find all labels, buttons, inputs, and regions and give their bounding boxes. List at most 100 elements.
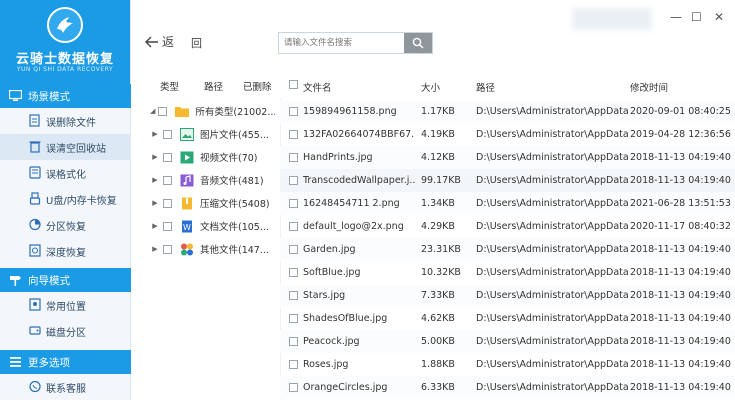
usb-icon bbox=[29, 192, 41, 205]
sidebar-item-common-locations[interactable]: 常用位置 bbox=[0, 292, 131, 318]
sidebar-item-deleted-files[interactable]: 误删除文件 bbox=[0, 108, 131, 134]
cell-time: 2018-11-13 04:19:40 bbox=[630, 290, 731, 301]
tree-row-archives[interactable]: ▶ 压缩文件(5408) bbox=[150, 193, 275, 213]
tree-checkbox[interactable] bbox=[163, 129, 172, 139]
row-checkbox[interactable] bbox=[289, 107, 298, 116]
search-icon bbox=[412, 37, 424, 49]
row-checkbox[interactable] bbox=[289, 222, 298, 231]
maximize-button[interactable]: ☐ bbox=[691, 10, 702, 24]
cell-time: 2018-11-13 04:19:40 bbox=[630, 313, 731, 324]
section-header-more-options[interactable]: 更多选项 bbox=[0, 350, 131, 374]
sidebar-item-deep-recovery[interactable]: 深度恢复 bbox=[0, 238, 131, 264]
tree-checkbox[interactable] bbox=[163, 152, 172, 162]
sidebar: 云骑士数据恢复 YUN QI SHI DATA RECOVERY 场景模式 误删… bbox=[0, 0, 131, 400]
column-header-path[interactable]: 路径 bbox=[476, 80, 495, 94]
back-button[interactable]: 返 bbox=[145, 33, 174, 50]
minimize-button[interactable]: — bbox=[670, 10, 682, 24]
partition-icon bbox=[29, 218, 41, 231]
column-header-size[interactable]: 大小 bbox=[421, 80, 440, 94]
tree-checkbox[interactable] bbox=[163, 198, 172, 208]
image-icon bbox=[180, 127, 194, 141]
table-row[interactable]: OrangeCircles.jpg 6.33KB D:\Users\Admini… bbox=[280, 376, 735, 399]
row-checkbox[interactable] bbox=[289, 383, 298, 392]
tree-row-videos[interactable]: ▶ 视频文件(70) bbox=[150, 147, 275, 167]
sidebar-item-recycle-bin[interactable]: 误清空回收站 bbox=[0, 134, 131, 160]
table-row[interactable]: HandPrints.jpg 4.12KB D:\Users\Administr… bbox=[280, 146, 735, 169]
expand-arrow-icon[interactable]: ▶ bbox=[150, 245, 160, 253]
search-button[interactable] bbox=[404, 33, 432, 53]
expand-arrow-icon[interactable]: ▶ bbox=[150, 153, 160, 161]
table-row[interactable]: Peacock.jpg 5.00KB D:\Users\Administrato… bbox=[280, 330, 735, 353]
cell-time: 2018-11-13 04:19:40 bbox=[630, 267, 731, 278]
tree-row-images[interactable]: ▶ 图片文件(455... bbox=[150, 124, 275, 144]
table-row[interactable]: Garden.jpg 23.31KB D:\Users\Administrato… bbox=[280, 238, 735, 261]
row-checkbox[interactable] bbox=[289, 245, 298, 254]
tree-tab-path[interactable]: 路径 bbox=[204, 79, 223, 93]
expand-arrow-icon[interactable]: ◢ bbox=[150, 107, 155, 115]
row-checkbox[interactable] bbox=[289, 337, 298, 346]
search-input[interactable] bbox=[279, 33, 405, 53]
close-button[interactable]: ✕ bbox=[714, 10, 724, 24]
cell-name: Roses.jpg bbox=[303, 359, 349, 370]
return-button[interactable]: 回 bbox=[191, 35, 202, 51]
tree-tab-deleted[interactable]: 已删除 bbox=[243, 79, 272, 93]
cell-path: D:\Users\Administrator\AppData... bbox=[476, 290, 628, 301]
row-checkbox[interactable] bbox=[289, 176, 298, 185]
section-header-wizard-mode[interactable]: 向导模式 bbox=[0, 268, 131, 292]
sidebar-item-disk-partition[interactable]: 磁盘分区 bbox=[0, 318, 131, 344]
row-checkbox[interactable] bbox=[289, 360, 298, 369]
table-row[interactable]: Roses.jpg 1.88KB D:\Users\Administrator\… bbox=[280, 353, 735, 376]
tree-row-documents[interactable]: ▶ W 文档文件(105... bbox=[150, 216, 275, 236]
sidebar-item-partition-recovery[interactable]: 分区恢复 bbox=[0, 212, 131, 238]
row-checkbox[interactable] bbox=[289, 268, 298, 277]
deep-scan-icon bbox=[29, 244, 41, 257]
cell-name: default_logo@2x.png bbox=[303, 221, 404, 232]
sidebar-item-contact-support[interactable]: 联系客服 bbox=[0, 374, 131, 400]
cell-size: 5.00KB bbox=[421, 336, 455, 347]
tree-row-label: 其他文件(147... bbox=[200, 245, 269, 256]
row-checkbox[interactable] bbox=[289, 291, 298, 300]
tree-tab-type[interactable]: 类型 bbox=[160, 79, 179, 93]
tree-row-label: 图片文件(455... bbox=[200, 130, 269, 141]
select-all-checkbox[interactable] bbox=[289, 80, 298, 89]
table-row[interactable]: 16248454711 2.png 1.34KB D:\Users\Admini… bbox=[280, 192, 735, 215]
row-checkbox[interactable] bbox=[289, 130, 298, 139]
cell-time: 2018-11-13 04:19:40 bbox=[630, 152, 731, 163]
sidebar-item-label: 误清空回收站 bbox=[46, 143, 106, 155]
tree-checkbox[interactable] bbox=[163, 244, 172, 254]
tree-checkbox[interactable] bbox=[163, 175, 172, 185]
section-title: 场景模式 bbox=[28, 90, 70, 103]
section-header-scene-mode[interactable]: 场景模式 bbox=[0, 84, 131, 108]
column-header-name[interactable]: 文件名 bbox=[303, 80, 332, 94]
tree-row-all-types[interactable]: ◢ 所有类型(21002... bbox=[150, 101, 275, 121]
table-row[interactable]: 159894961158.png 1.17KB D:\Users\Adminis… bbox=[280, 100, 735, 123]
table-row[interactable]: Stars.jpg 7.33KB D:\Users\Administrator\… bbox=[280, 284, 735, 307]
table-row[interactable]: default_logo@2x.png 4.29KB D:\Users\Admi… bbox=[280, 215, 735, 238]
column-header-time[interactable]: 修改时间 bbox=[630, 80, 668, 94]
expand-arrow-icon[interactable]: ▶ bbox=[150, 222, 160, 230]
tree-row-audio[interactable]: ▶ 音频文件(481) bbox=[150, 170, 275, 190]
row-checkbox[interactable] bbox=[289, 199, 298, 208]
row-checkbox[interactable] bbox=[289, 314, 298, 323]
sidebar-item-label: 常用位置 bbox=[46, 301, 86, 313]
table-row[interactable]: SoftBlue.jpg 10.32KB D:\Users\Administra… bbox=[280, 261, 735, 284]
monitor-icon bbox=[9, 90, 22, 101]
tree-row-other-files[interactable]: ▶ 其他文件(147... bbox=[150, 239, 275, 259]
folder-icon bbox=[175, 106, 190, 117]
expand-arrow-icon[interactable]: ▶ bbox=[150, 199, 160, 207]
tree-checkbox[interactable] bbox=[158, 106, 168, 116]
sidebar-item-label: 误删除文件 bbox=[46, 117, 96, 129]
row-checkbox[interactable] bbox=[289, 153, 298, 162]
expand-arrow-icon[interactable]: ▶ bbox=[150, 130, 160, 138]
table-row[interactable]: 132FA02664074BBF67... 4.19KB D:\Users\Ad… bbox=[280, 123, 735, 146]
cell-size: 1.34KB bbox=[421, 198, 455, 209]
app-title: 云骑士数据恢复 bbox=[15, 52, 114, 67]
tree-checkbox[interactable] bbox=[163, 221, 172, 231]
table-row-highlighted[interactable]: TranscodedWallpaper.j... 99.17KB D:\User… bbox=[280, 169, 735, 192]
expand-arrow-icon[interactable]: ▶ bbox=[150, 176, 160, 184]
location-icon bbox=[29, 298, 41, 311]
cell-size: 4.12KB bbox=[421, 152, 455, 163]
sidebar-item-usb-recovery[interactable]: U盘/内存卡恢复 bbox=[0, 186, 131, 212]
sidebar-item-format[interactable]: 误格式化 bbox=[0, 160, 131, 186]
table-row[interactable]: ShadesOfBlue.jpg 4.62KB D:\Users\Adminis… bbox=[280, 307, 735, 330]
